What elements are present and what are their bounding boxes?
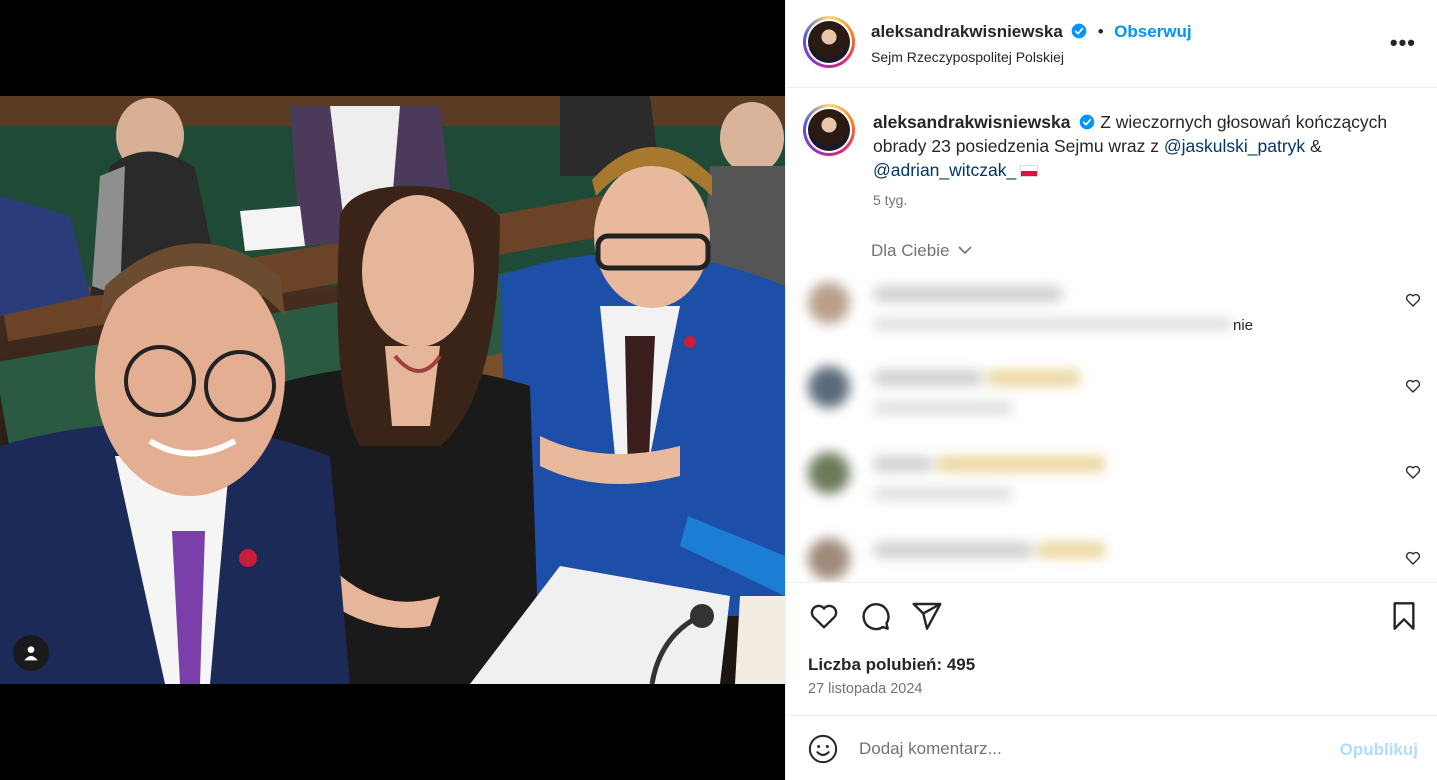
post-media [0,0,785,780]
heart-icon[interactable] [1405,378,1421,394]
heart-icon[interactable] [1405,292,1421,308]
chevron-down-icon [958,246,972,255]
author-avatar[interactable] [803,16,855,68]
post-header: aleksandrakwisniewska • Obserwuj Sejm Rz… [786,0,1437,88]
share-icon[interactable] [911,600,943,632]
post-actions: Liczba polubień: 495 27 listopada 2024 [786,582,1437,716]
caption-ampersand: & [1310,136,1322,156]
comment-item [786,356,1437,436]
post-panel: aleksandrakwisniewska • Obserwuj Sejm Rz… [785,0,1437,780]
heart-icon[interactable] [1405,550,1421,566]
user-tag-icon [24,646,38,661]
emoji-icon[interactable] [808,734,838,764]
author-username[interactable]: aleksandrakwisniewska [871,22,1063,41]
poland-flag-icon [1020,165,1039,177]
publish-button[interactable]: Opublikuj [1340,740,1418,760]
verified-icon [1071,23,1087,39]
comment-item [786,442,1437,522]
header-title-row: aleksandrakwisniewska • Obserwuj [871,22,1192,42]
post-age[interactable]: 5 tyg. [873,192,907,208]
comment-item [786,528,1437,582]
comment-item: nie [786,270,1437,350]
header-separator: • [1097,22,1104,41]
comment-visible-fragment: nie [1233,317,1254,334]
likes-count[interactable]: Liczba polubień: 495 [808,655,975,675]
post-location[interactable]: Sejm Rzeczypospolitej Polskiej [871,49,1064,65]
more-options-button[interactable]: ••• [1390,30,1416,56]
add-comment-bar: Opublikuj [786,716,1437,780]
bookmark-icon[interactable] [1388,600,1420,632]
verified-icon [1080,114,1095,130]
mention-link[interactable]: @jaskulski_patryk [1164,136,1305,156]
more-icon: ••• [1389,30,1416,55]
mention-link[interactable]: @adrian_witczak_ [873,160,1016,180]
comment-sort-label: Dla Ciebie [871,241,950,260]
photo-illustration [0,96,785,684]
heart-icon[interactable] [808,600,840,632]
post-caption: aleksandrakwisniewska Z wieczornych głos… [873,110,1413,182]
comment-icon[interactable] [859,600,891,632]
comment-sort-dropdown[interactable]: Dla Ciebie [871,241,972,261]
post-date[interactable]: 27 listopada 2024 [808,681,923,697]
caption-username[interactable]: aleksandrakwisniewska [873,112,1070,132]
heart-icon[interactable] [1405,464,1421,480]
caption-avatar[interactable] [803,104,855,156]
comment-input[interactable] [859,734,1319,764]
comments-list: nie [786,270,1437,582]
post-photo[interactable] [0,96,785,684]
user-tag-button[interactable] [13,635,49,671]
follow-button[interactable]: Obserwuj [1114,22,1191,41]
